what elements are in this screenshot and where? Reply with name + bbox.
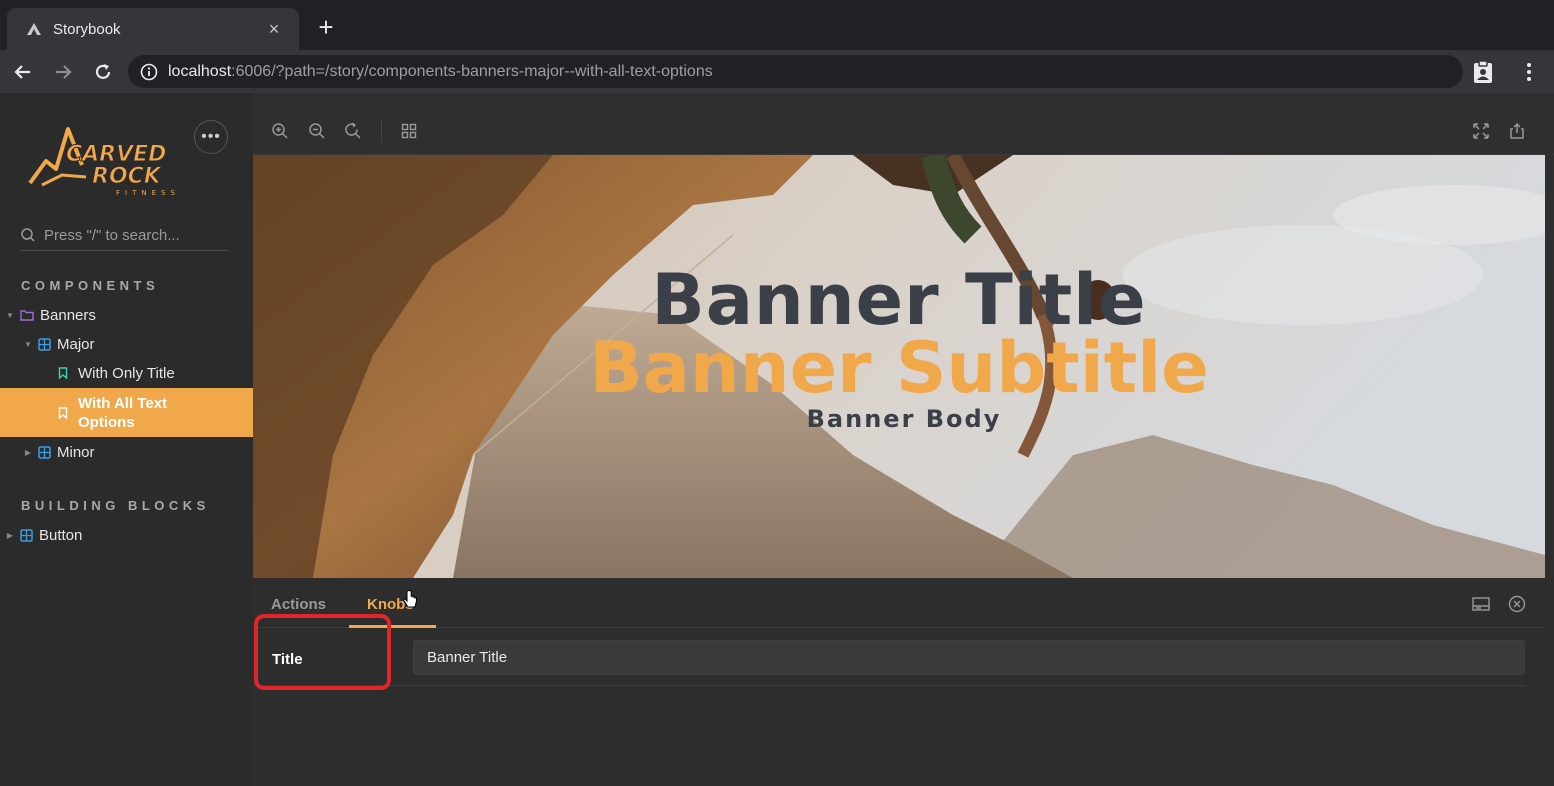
tab-actions[interactable]: Actions	[271, 596, 326, 613]
zoom-out-icon	[309, 123, 325, 139]
clipboard-account-icon	[1474, 59, 1492, 83]
url-text: localhost:6006/?path=/story/components-b…	[168, 63, 713, 81]
sidebar-item-label: With Only Title	[78, 364, 175, 382]
main-panel: Banner Title Banner Subtitle Banner Body…	[253, 93, 1554, 786]
component-icon	[36, 444, 52, 460]
sidebar-item-label: With All Text Options	[78, 394, 168, 431]
sidebar-item-with-only-title[interactable]: With Only Title	[0, 359, 253, 387]
fullscreen-icon	[1473, 123, 1489, 139]
bookmark-icon	[55, 405, 71, 421]
component-icon	[18, 527, 34, 543]
new-tab-button[interactable]: +	[312, 14, 340, 40]
caret-right-icon: ▶	[6, 530, 14, 540]
sidebar-item-label: Button	[39, 526, 83, 544]
reload-icon	[95, 63, 111, 79]
knob-row-title: Title	[253, 628, 1525, 686]
panel-close-button[interactable]	[1506, 593, 1528, 615]
sidebar-search[interactable]	[20, 220, 229, 251]
sidebar: CARVED ROCK FITNESS ••• COMPONENTS ▼ Ban…	[0, 93, 253, 786]
carved-rock-logo: CARVED ROCK FITNESS	[28, 127, 180, 197]
addons-panel: Actions Knobs Title	[253, 578, 1554, 786]
browser-toolbar: localhost:6006/?path=/story/components-b…	[0, 50, 1554, 93]
knob-title-input[interactable]	[413, 640, 1525, 675]
reload-button[interactable]	[84, 53, 122, 91]
tab-close-button[interactable]: ×	[263, 19, 285, 40]
preview-toolbar	[253, 93, 1554, 155]
sidebar-item-banners[interactable]: ▼ Banners	[0, 301, 253, 329]
sidebar-item-with-all-text-options[interactable]: With All Text Options	[0, 388, 253, 437]
hand-cursor-icon	[403, 590, 417, 608]
sidebar-item-label: Major	[57, 335, 95, 353]
arrow-left-icon	[14, 64, 30, 79]
address-bar[interactable]: localhost:6006/?path=/story/components-b…	[128, 55, 1463, 88]
annotation-highlight-box	[254, 614, 391, 690]
url-path: :6006/?path=/story/components-banners-ma…	[231, 62, 713, 80]
zoom-in-button[interactable]	[269, 120, 291, 142]
zoom-in-icon	[272, 123, 288, 139]
arrow-right-icon	[56, 64, 72, 79]
toolbar-right	[1462, 50, 1554, 93]
sidebar-item-label: Minor	[57, 443, 95, 461]
sidebar-item-label: Banners	[40, 306, 96, 324]
tab-title: Storybook	[53, 20, 121, 38]
folder-icon	[19, 307, 35, 323]
component-icon	[36, 336, 52, 352]
storybook-app: CARVED ROCK FITNESS ••• COMPONENTS ▼ Ban…	[0, 93, 1554, 786]
url-host: localhost	[168, 62, 232, 80]
kebab-menu-icon	[1527, 62, 1531, 81]
search-input[interactable]	[44, 226, 224, 244]
section-building-blocks: BUILDING BLOCKS	[21, 498, 210, 513]
caret-down-icon: ▼	[6, 310, 14, 320]
sidebar-item-major[interactable]: ▼ Major	[0, 330, 253, 358]
forward-button[interactable]	[44, 53, 82, 91]
panel-layout-icon	[1472, 597, 1490, 611]
close-circle-icon	[1508, 595, 1526, 613]
banner-body: Banner Body	[806, 405, 1002, 433]
share-button[interactable]	[1506, 120, 1528, 142]
addons-tabs: Actions Knobs	[253, 578, 1545, 628]
caret-down-icon: ▼	[24, 339, 32, 349]
bookmark-icon	[55, 365, 71, 381]
sidebar-item-button[interactable]: ▶ Button	[0, 521, 253, 549]
story-canvas: Banner Title Banner Subtitle Banner Body	[253, 155, 1545, 578]
zoom-out-button[interactable]	[306, 120, 328, 142]
caret-right-icon: ▶	[24, 447, 32, 457]
sidebar-item-minor[interactable]: ▶ Minor	[0, 438, 253, 466]
share-icon	[1510, 122, 1524, 139]
zoom-reset-button[interactable]	[342, 120, 364, 142]
logo-word-2: ROCK	[92, 164, 163, 189]
storybook-favicon-icon	[27, 23, 41, 35]
panel-orientation-button[interactable]	[1470, 593, 1492, 615]
browser-tab-strip: Storybook × +	[0, 0, 1554, 50]
search-icon	[21, 228, 35, 242]
fullscreen-button[interactable]	[1470, 120, 1492, 142]
profile-button[interactable]	[1464, 53, 1502, 91]
browser-menu-button[interactable]	[1510, 53, 1548, 91]
sidebar-menu-button[interactable]: •••	[194, 120, 228, 154]
section-components: COMPONENTS	[21, 278, 160, 293]
toolbar-divider	[381, 119, 382, 143]
zoom-reset-icon	[345, 122, 361, 139]
back-button[interactable]	[4, 53, 42, 91]
banner-subtitle: Banner Subtitle	[589, 327, 1209, 409]
logo-word-3: FITNESS	[116, 189, 180, 197]
browser-tab[interactable]: Storybook ×	[7, 8, 299, 50]
grid-icon	[401, 123, 417, 139]
grid-toggle-button[interactable]	[398, 120, 420, 142]
info-icon	[140, 63, 158, 80]
